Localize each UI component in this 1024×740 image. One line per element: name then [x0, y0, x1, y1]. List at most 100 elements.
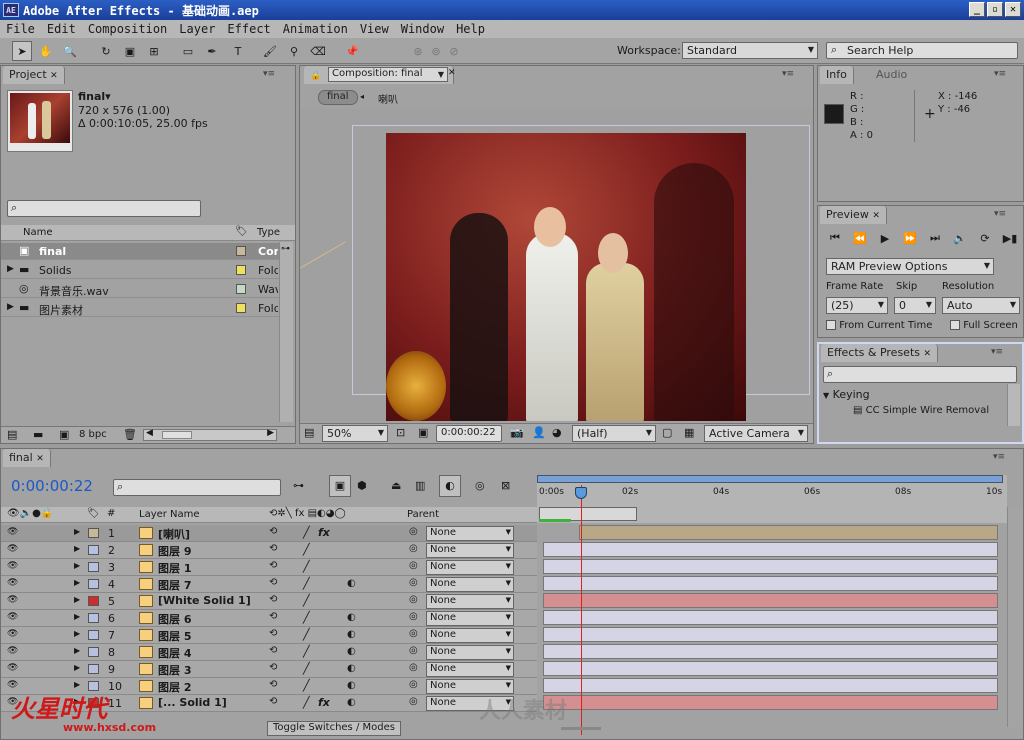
zoom-slider[interactable] — [561, 727, 601, 730]
expand-triangle-icon[interactable]: ▶ — [74, 527, 80, 536]
expand-triangle-icon[interactable]: ▶ — [74, 629, 80, 638]
label-swatch[interactable] — [236, 246, 246, 256]
graph-editor-icon[interactable]: ⊠ — [501, 479, 510, 492]
project-scrollbar[interactable]: ⊶ — [279, 242, 293, 422]
parent-select[interactable]: None — [426, 543, 514, 558]
expand-triangle-icon[interactable]: ▶ — [7, 302, 14, 312]
quality-switch-icon[interactable]: ╱ — [303, 611, 310, 624]
zoom-tool-icon[interactable]: 🔍 — [60, 41, 80, 61]
visibility-eye-icon[interactable]: 👁 — [7, 578, 18, 588]
tab-preview[interactable]: Preview ✕ — [820, 206, 887, 224]
pickwhip-icon[interactable]: ◎ — [409, 560, 418, 571]
pickwhip-icon[interactable]: ◎ — [409, 679, 418, 690]
shy-switch-icon[interactable]: ⟲ — [269, 543, 277, 554]
timeline-current-time[interactable]: 0:00:00:22 — [11, 477, 93, 495]
layer-duration-bar[interactable] — [543, 610, 998, 625]
label-swatch[interactable] — [236, 265, 246, 275]
comp-viewer[interactable] — [300, 109, 813, 421]
layer-duration-bar[interactable] — [579, 525, 998, 540]
pickwhip-icon[interactable]: ◎ — [409, 577, 418, 588]
resolution-select[interactable]: (Half) — [572, 425, 656, 442]
timeline-search-input[interactable]: ⌕ — [113, 479, 281, 496]
expand-triangle-icon[interactable]: ▶ — [74, 697, 80, 706]
visibility-eye-icon[interactable]: 👁 — [7, 527, 18, 537]
label-swatch[interactable] — [236, 303, 246, 313]
draft-3d-icon[interactable]: ⬢ — [357, 479, 367, 492]
quality-switch-icon[interactable]: ╱ — [303, 628, 310, 641]
layer-label-swatch[interactable] — [88, 545, 99, 555]
layer-name[interactable]: [White Solid 1] — [158, 594, 251, 607]
layer-label-swatch[interactable] — [88, 630, 99, 640]
pickwhip-icon[interactable]: ◎ — [409, 628, 418, 639]
project-item[interactable]: ◎ 背景音乐.wav Wav — [1, 281, 279, 298]
pan-behind-tool-icon[interactable]: ⊞ — [144, 41, 164, 61]
layer-name[interactable]: [... Solid 1] — [158, 696, 227, 709]
brainstorm-icon[interactable]: ◎ — [475, 479, 485, 492]
shy-switch-icon[interactable]: ⟲ — [269, 577, 277, 588]
ram-preview-options-select[interactable]: RAM Preview Options — [826, 258, 994, 275]
parent-column-header[interactable]: Parent — [407, 509, 439, 520]
eraser-tool-icon[interactable]: ⌫ — [308, 41, 328, 61]
panel-menu-icon[interactable]: ▾≡ — [991, 347, 1011, 359]
expand-triangle-icon[interactable]: ▶ — [74, 595, 80, 604]
layer-label-swatch[interactable] — [88, 647, 99, 657]
expand-triangle-icon[interactable]: ▶ — [74, 612, 80, 621]
layer-label-swatch[interactable] — [88, 562, 99, 572]
layer-name[interactable]: 图层 6 — [158, 611, 191, 627]
effects-search-input[interactable]: ⌕ — [823, 366, 1017, 383]
channel-icon[interactable]: ◕ — [552, 426, 562, 439]
shy-switch-icon[interactable]: ⟲ — [269, 679, 277, 690]
layer-row[interactable]: 👁 ▶ 7 图层 5 ⟲ ╱ ◐ ◎ None — [1, 627, 537, 644]
av-features-icon[interactable]: 👁🔈●🔒 — [7, 508, 53, 519]
live-update-icon[interactable]: ▣ — [329, 475, 351, 497]
menu-item-animation[interactable]: Animation — [277, 22, 354, 36]
new-comp-icon[interactable]: ▣ — [59, 428, 69, 441]
layer-row[interactable]: 👁 ▶ 2 图层 9 ⟲ ╱ ◎ None — [1, 542, 537, 559]
expand-triangle-icon[interactable]: ▶ — [74, 663, 80, 672]
project-search-input[interactable]: ⌕ — [7, 200, 201, 217]
clone-stamp-tool-icon[interactable]: ⚲ — [284, 41, 304, 61]
playhead-handle[interactable] — [575, 487, 587, 499]
layer-row[interactable]: 👁 ▶ 6 图层 6 ⟲ ╱ ◐ ◎ None — [1, 610, 537, 627]
camera-select[interactable]: Active Camera — [704, 425, 808, 442]
layer-duration-bar[interactable] — [543, 593, 998, 608]
label-column-icon[interactable]: 🏷 — [235, 226, 248, 237]
rotate-tool-icon[interactable]: ↻ — [96, 41, 116, 61]
shy-switch-icon[interactable]: ⟲ — [269, 560, 277, 571]
expand-triangle-icon[interactable]: ▼ — [823, 391, 829, 400]
next-frame-icon[interactable]: ⏩ — [899, 230, 921, 246]
visibility-eye-icon[interactable]: 👁 — [7, 629, 18, 639]
quality-switch-icon[interactable]: ╱ — [303, 577, 310, 590]
layer-name[interactable]: 图层 3 — [158, 662, 191, 678]
quality-switch-icon[interactable]: ╱ — [303, 662, 310, 675]
last-frame-icon[interactable]: ⏭ — [924, 230, 946, 246]
flowchart-icon[interactable]: ⊶ — [281, 244, 290, 254]
motion-blur-switch-icon[interactable]: ◐ — [347, 680, 356, 691]
expand-triangle-icon[interactable]: ▶ — [74, 544, 80, 553]
shy-switch-icon[interactable]: ⟲ — [269, 594, 277, 605]
pickwhip-icon[interactable]: ◎ — [409, 543, 418, 554]
full-screen-checkbox[interactable] — [950, 320, 960, 330]
layer-row[interactable]: 👁 ▶ 10 图层 2 ⟲ ╱ ◐ ◎ None — [1, 678, 537, 695]
toggle-mask-icon[interactable]: ▣ — [418, 426, 428, 439]
layer-row[interactable]: 👁 ▶ 9 图层 3 ⟲ ╱ ◐ ◎ None — [1, 661, 537, 678]
previous-frame-icon[interactable]: ⏪ — [849, 230, 871, 246]
layer-duration-bar[interactable] — [543, 627, 998, 642]
close-button[interactable]: ✕ — [1005, 2, 1021, 17]
tab-effects-presets[interactable]: Effects & Presets ✕ — [821, 344, 939, 362]
interpret-footage-icon[interactable]: ▤ — [7, 428, 17, 441]
shy-switch-icon[interactable]: ⟲ — [269, 526, 277, 537]
project-item[interactable]: ▶ ▬ Solids Fold — [1, 262, 279, 279]
composition-select[interactable]: Composition: final — [328, 67, 448, 82]
layer-name-column-header[interactable]: Layer Name — [139, 509, 200, 520]
pickwhip-icon[interactable]: ◎ — [409, 645, 418, 656]
expand-triangle-icon[interactable]: ▶ — [7, 264, 14, 274]
view-axis-icon[interactable]: ⊘ — [444, 41, 464, 61]
project-item[interactable]: ▶ ▬ 图片素材 Fold — [1, 300, 279, 317]
menu-item-window[interactable]: Window — [395, 22, 450, 36]
layer-label-swatch[interactable] — [88, 528, 99, 538]
visibility-eye-icon[interactable]: 👁 — [7, 663, 18, 673]
selection-tool-icon[interactable]: ➤ — [12, 41, 32, 61]
layer-name[interactable]: 图层 2 — [158, 679, 191, 695]
layer-row[interactable]: 👁 ▶ 11 [... Solid 1] ⟲ ╱ fx ◐ ◎ None — [1, 695, 537, 712]
